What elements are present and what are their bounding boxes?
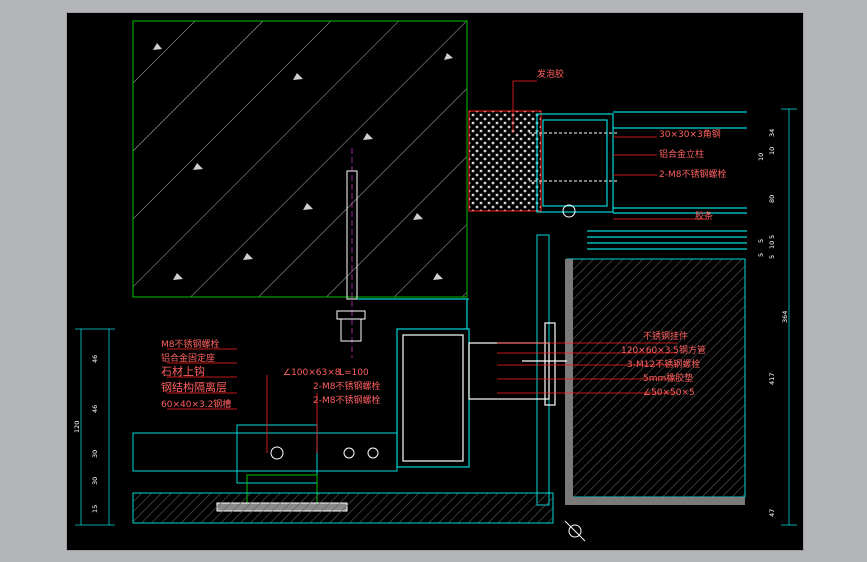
label-angle-steel: 30×30×3角钢 xyxy=(659,128,721,140)
dim-left-3: 30 xyxy=(91,450,99,458)
dim-right-0: 34 xyxy=(768,129,776,137)
dim-right-10: 417 xyxy=(768,373,776,385)
label-foam: 发泡胶 xyxy=(537,68,564,80)
dim-right-2: 10 xyxy=(757,153,765,161)
label-bolt-m12: 3-M12不锈钢螺栓 xyxy=(627,358,700,370)
dim-left-5: 15 xyxy=(91,505,99,513)
dim-right-9: 364 xyxy=(781,311,789,323)
dim-right-4: 5 xyxy=(768,235,776,239)
label-length: L=100 xyxy=(339,368,369,378)
dim-right-7: 5 xyxy=(757,239,765,243)
label-insulation: 钢结构隔离层 xyxy=(161,380,227,394)
label-alu-mullion: 铝合金立柱 xyxy=(659,148,704,160)
cad-canvas: 发泡胶 30×30×3角钢 铝合金立柱 2-M8不锈钢螺栓 胶条 不锈钢挂件 1… xyxy=(66,12,804,551)
label-angle-100: ∠100×63×8 xyxy=(283,368,341,378)
label-alu-bracket: 铝合金固定座 xyxy=(161,352,215,364)
section-marker xyxy=(564,520,586,542)
dim-right-3: 80 xyxy=(768,195,776,203)
dim-left-0: 46 xyxy=(91,355,99,363)
label-bolt-a: 2-M8不锈钢螺栓 xyxy=(313,380,380,392)
concrete-wall xyxy=(132,20,468,298)
curtain-wall-section-drawing: 发泡胶 30×30×3角钢 铝合金立柱 2-M8不锈钢螺栓 胶条 不锈钢挂件 1… xyxy=(73,20,797,542)
label-steel-tube: 120×60×3.5钢方管 xyxy=(621,344,706,356)
label-stone-hook: 石材上钩 xyxy=(161,364,205,378)
dim-right-11: 47 xyxy=(768,509,776,517)
dim-left-1: 46 xyxy=(91,405,99,413)
label-bolt-b: 2-M8不锈钢螺栓 xyxy=(313,394,380,406)
steel-tube xyxy=(357,298,567,468)
dim-right-6: 5 xyxy=(768,255,776,259)
label-rubber-pad: 5mm橡胶垫 xyxy=(643,372,693,384)
label-ss-pin: 不锈钢挂件 xyxy=(643,330,688,342)
foam-block xyxy=(468,110,542,212)
label-bolt-upper: 2-M8不锈钢螺栓 xyxy=(659,168,726,180)
label-sealant: 胶条 xyxy=(695,210,713,222)
dim-left-4: 30 xyxy=(91,477,99,485)
dim-right-5: 10 xyxy=(768,241,776,249)
label-angle-50: ∠50×50×5 xyxy=(643,388,695,398)
base-slab xyxy=(132,492,554,524)
dim-right-1: 10 xyxy=(768,147,776,155)
stone-panel xyxy=(536,234,746,506)
label-channel-steel: 60×40×3.2钢槽 xyxy=(161,398,231,410)
label-bolt-m8: M8不锈钢螺栓 xyxy=(161,338,220,350)
dim-right-8: 5 xyxy=(757,253,765,257)
dim-left-2: 120 xyxy=(73,421,81,433)
